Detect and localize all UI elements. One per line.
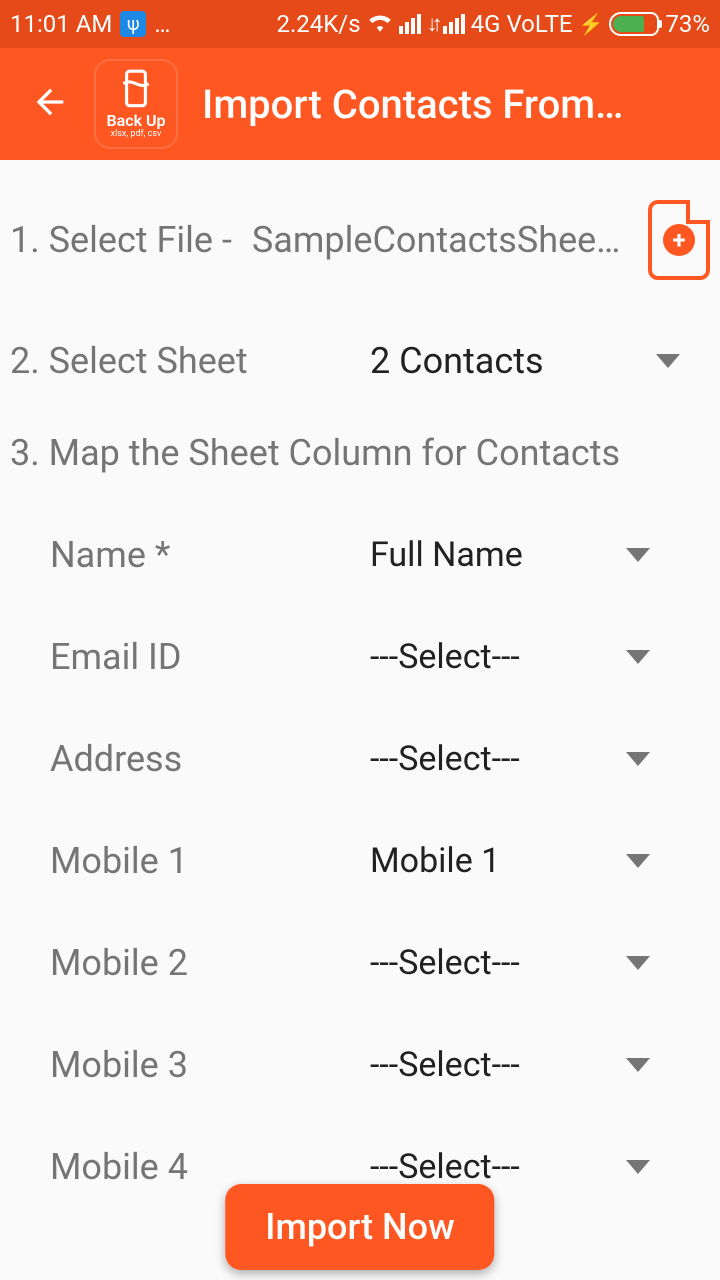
import-now-button[interactable]: Import Now bbox=[225, 1184, 494, 1270]
field-row-mobile2: Mobile 2 ---Select--- bbox=[10, 912, 710, 1014]
usb-icon: ψ bbox=[120, 11, 146, 37]
field-value-mobile1: Mobile 1 bbox=[370, 841, 500, 881]
field-label-mobile4: Mobile 4 bbox=[50, 1146, 370, 1188]
battery-icon bbox=[609, 12, 659, 36]
select-file-label: 1. Select File - bbox=[10, 219, 232, 261]
field-dropdown-address[interactable]: ---Select--- bbox=[370, 739, 710, 779]
select-sheet-row: 2. Select Sheet 2 Contacts bbox=[10, 320, 710, 432]
chevron-down-icon bbox=[626, 956, 650, 970]
field-label-mobile2: Mobile 2 bbox=[50, 942, 370, 984]
field-dropdown-mobile1[interactable]: Mobile 1 bbox=[370, 841, 710, 881]
network-type: 4G bbox=[471, 10, 501, 38]
app-logo-subtitle: xlsx, pdf, csv bbox=[111, 130, 162, 140]
chevron-down-icon bbox=[626, 548, 650, 562]
field-value-address: ---Select--- bbox=[370, 739, 520, 779]
field-value-mobile4: ---Select--- bbox=[370, 1147, 520, 1187]
chevron-down-icon bbox=[626, 854, 650, 868]
chevron-down-icon bbox=[626, 1058, 650, 1072]
field-dropdown-name[interactable]: Full Name bbox=[370, 535, 710, 575]
plus-icon: + bbox=[663, 224, 695, 256]
field-dropdown-mobile4[interactable]: ---Select--- bbox=[370, 1147, 710, 1187]
select-sheet-value: 2 Contacts bbox=[370, 340, 544, 382]
status-speed: 2.24K/s bbox=[276, 10, 360, 38]
app-logo-icon: Back Up xlsx, pdf, csv bbox=[94, 59, 178, 149]
field-dropdown-email[interactable]: ---Select--- bbox=[370, 637, 710, 677]
chevron-down-icon bbox=[656, 354, 680, 368]
content: 1. Select File - SampleContactsShee… + 2… bbox=[0, 160, 720, 1218]
more-icon: … bbox=[154, 10, 172, 38]
field-value-mobile3: ---Select--- bbox=[370, 1045, 520, 1085]
charging-icon: ⚡ bbox=[579, 12, 604, 36]
field-row-mobile3: Mobile 3 ---Select--- bbox=[10, 1014, 710, 1116]
volte-label: VoLTE bbox=[506, 10, 572, 38]
field-row-email: Email ID ---Select--- bbox=[10, 606, 710, 708]
selected-file-name: SampleContactsShee… bbox=[252, 219, 628, 261]
field-label-mobile1: Mobile 1 bbox=[50, 840, 370, 882]
field-value-email: ---Select--- bbox=[370, 637, 520, 677]
field-row-name: Name * Full Name bbox=[10, 504, 710, 606]
select-file-row: 1. Select File - SampleContactsShee… + bbox=[10, 160, 710, 320]
page-title: Import Contacts From… bbox=[202, 81, 710, 128]
map-columns-title: 3. Map the Sheet Column for Contacts bbox=[10, 432, 710, 504]
field-label-name: Name * bbox=[50, 534, 370, 576]
signal-icon bbox=[399, 14, 421, 34]
battery-percent: 73% bbox=[665, 10, 710, 38]
signal-icon-2 bbox=[443, 14, 465, 34]
app-bar: Back Up xlsx, pdf, csv Import Contacts F… bbox=[0, 48, 720, 160]
field-row-address: Address ---Select--- bbox=[10, 708, 710, 810]
app-logo-title: Back Up bbox=[106, 112, 165, 130]
field-label-address: Address bbox=[50, 738, 370, 780]
field-dropdown-mobile3[interactable]: ---Select--- bbox=[370, 1045, 710, 1085]
data-arrows-icon: ↓↑ bbox=[427, 11, 437, 37]
status-left: 11:01 AM ψ … bbox=[10, 10, 172, 38]
wifi-icon bbox=[367, 9, 393, 39]
field-label-mobile3: Mobile 3 bbox=[50, 1044, 370, 1086]
chevron-down-icon bbox=[626, 650, 650, 664]
field-value-name: Full Name bbox=[370, 535, 523, 575]
status-right: 2.24K/s ↓↑ 4G VoLTE ⚡ 73% bbox=[276, 9, 710, 39]
back-icon[interactable] bbox=[30, 82, 70, 126]
add-file-button[interactable]: + bbox=[648, 200, 710, 280]
field-row-mobile1: Mobile 1 Mobile 1 bbox=[10, 810, 710, 912]
field-value-mobile2: ---Select--- bbox=[370, 943, 520, 983]
field-dropdown-mobile2[interactable]: ---Select--- bbox=[370, 943, 710, 983]
status-time: 11:01 AM bbox=[10, 10, 112, 38]
status-bar: 11:01 AM ψ … 2.24K/s ↓↑ 4G VoLTE ⚡ 73% bbox=[0, 0, 720, 48]
select-sheet-dropdown[interactable]: 2 Contacts bbox=[370, 340, 710, 382]
field-label-email: Email ID bbox=[50, 636, 370, 678]
chevron-down-icon bbox=[626, 1160, 650, 1174]
chevron-down-icon bbox=[626, 752, 650, 766]
select-sheet-label: 2. Select Sheet bbox=[10, 340, 370, 382]
